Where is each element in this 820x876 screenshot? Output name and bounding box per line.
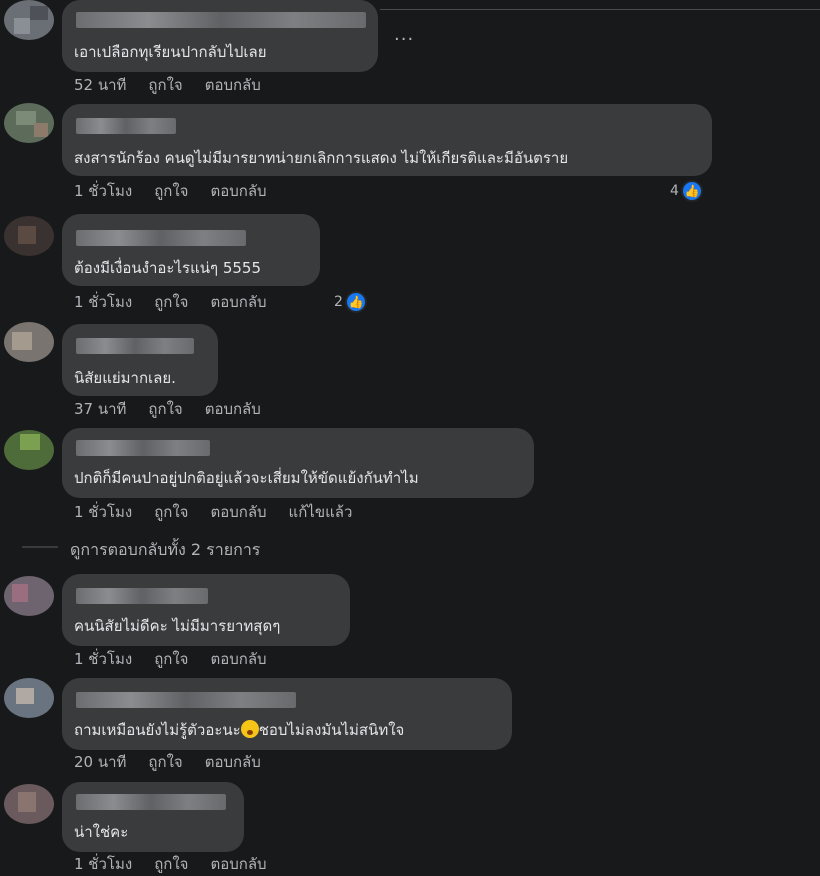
timestamp[interactable]: 20 นาที	[74, 750, 126, 774]
avatar[interactable]	[4, 103, 54, 143]
reply-link[interactable]: ตอบกลับ	[210, 647, 266, 671]
comment-text: นิสัยแย่มากเลย.	[74, 369, 176, 387]
like-link[interactable]: ถูกใจ	[154, 500, 188, 524]
like-link[interactable]: ถูกใจ	[154, 852, 188, 876]
reply-link[interactable]: ตอบกลับ	[210, 852, 266, 876]
reply-link[interactable]: ตอบกลับ	[210, 500, 266, 524]
author-name-blurred[interactable]	[76, 338, 194, 354]
reaction-number: 4	[670, 183, 679, 199]
timestamp[interactable]: 1 ชั่วโมง	[74, 179, 132, 203]
reply-connector	[22, 546, 58, 548]
avatar[interactable]	[4, 678, 54, 718]
reaction-count[interactable]: 2 👍	[334, 291, 367, 313]
hushed-face-emoji-icon	[240, 720, 259, 738]
like-reaction-icon: 👍	[680, 180, 703, 202]
divider-line	[380, 9, 820, 10]
comment-actions: 1 ชั่วโมง ถูกใจ ตอบกลับ	[74, 293, 267, 311]
like-link[interactable]: ถูกใจ	[148, 750, 182, 774]
like-link[interactable]: ถูกใจ	[154, 179, 188, 203]
comment-text: ถามเหมือนยังไม่รู้ตัวอะนะ ชอบไม่ลงมันไม่ส…	[74, 718, 404, 742]
comment-text: สงสารนักร้อง คนดูไม่มีมารยาทน่ายกเลิกการ…	[74, 149, 569, 167]
view-replies-link[interactable]: ดูการตอบกลับทั้ง 2 รายการ	[70, 538, 260, 563]
comment-bubble: สงสารนักร้อง คนดูไม่มีมารยาทน่ายกเลิกการ…	[62, 104, 712, 176]
comment-bubble: นิสัยแย่มากเลย.	[62, 324, 218, 396]
author-name-blurred[interactable]	[76, 794, 226, 810]
comment-bubble: คนนิสัยไม่ดีคะ ไม่มีมารยาทสุดๆ	[62, 574, 350, 646]
reply-link[interactable]: ตอบกลับ	[210, 179, 266, 203]
avatar[interactable]	[4, 322, 54, 362]
timestamp[interactable]: 52 นาที	[74, 73, 126, 97]
comment-text: ปกติก็มีคนปาอยู่ปกติอยู่แล้วจะเสี่ยมให้ข…	[74, 469, 419, 487]
like-reaction-icon: 👍	[344, 291, 367, 313]
more-options-icon[interactable]: ...	[394, 24, 414, 45]
like-link[interactable]: ถูกใจ	[154, 290, 188, 314]
avatar[interactable]	[4, 430, 54, 470]
comment-text: เอาเปลือกทุเรียนปากลับไปเลย	[74, 43, 267, 61]
like-link[interactable]: ถูกใจ	[148, 397, 182, 421]
comment-actions: 37 นาที ถูกใจ ตอบกลับ	[74, 400, 261, 418]
author-name-blurred[interactable]	[76, 118, 176, 134]
author-name-blurred[interactable]	[76, 588, 208, 604]
comment-bubble: ต้องมีเงื่อนงำอะไรแน่ๆ 5555	[62, 214, 320, 286]
avatar[interactable]	[4, 576, 54, 616]
comment-actions: 20 นาที ถูกใจ ตอบกลับ	[74, 753, 261, 771]
comment-actions: 1 ชั่วโมง ถูกใจ ตอบกลับ แก้ไขแล้ว	[74, 503, 352, 521]
comment-text: ต้องมีเงื่อนงำอะไรแน่ๆ 5555	[74, 259, 262, 277]
comment-actions: 1 ชั่วโมง ถูกใจ ตอบกลับ	[74, 855, 267, 873]
comment-actions: 1 ชั่วโมง ถูกใจ ตอบกลับ	[74, 182, 267, 200]
reply-link[interactable]: ตอบกลับ	[210, 290, 266, 314]
avatar[interactable]	[4, 216, 54, 256]
comment-text: น่าใช่คะ	[74, 823, 129, 841]
comment-bubble: ปกติก็มีคนปาอยู่ปกติอยู่แล้วจะเสี่ยมให้ข…	[62, 428, 534, 498]
timestamp[interactable]: 1 ชั่วโมง	[74, 852, 132, 876]
reaction-count[interactable]: 4 👍	[670, 180, 703, 202]
author-name-blurred[interactable]	[76, 692, 296, 708]
edited-label[interactable]: แก้ไขแล้ว	[289, 500, 353, 524]
author-name-blurred[interactable]	[76, 230, 246, 246]
comment-actions: 1 ชั่วโมง ถูกใจ ตอบกลับ	[74, 650, 267, 668]
comment-bubble: ถามเหมือนยังไม่รู้ตัวอะนะ ชอบไม่ลงมันไม่ส…	[62, 678, 512, 750]
like-link[interactable]: ถูกใจ	[148, 73, 182, 97]
reply-link[interactable]: ตอบกลับ	[205, 397, 261, 421]
reaction-number: 2	[334, 294, 343, 310]
comment-text-part: ถามเหมือนยังไม่รู้ตัวอะนะ	[74, 721, 241, 739]
comment-text-part: ชอบไม่ลงมันไม่สนิทใจ	[258, 721, 405, 739]
timestamp[interactable]: 37 นาที	[74, 397, 126, 421]
comment-actions: 52 นาที ถูกใจ ตอบกลับ	[74, 76, 261, 94]
author-name-blurred[interactable]	[76, 440, 210, 456]
like-link[interactable]: ถูกใจ	[154, 647, 188, 671]
avatar[interactable]	[4, 784, 54, 824]
avatar[interactable]	[4, 0, 54, 40]
timestamp[interactable]: 1 ชั่วโมง	[74, 647, 132, 671]
reply-link[interactable]: ตอบกลับ	[205, 750, 261, 774]
author-name-blurred[interactable]	[76, 12, 366, 28]
reply-link[interactable]: ตอบกลับ	[205, 73, 261, 97]
comment-bubble: เอาเปลือกทุเรียนปากลับไปเลย	[62, 0, 378, 72]
timestamp[interactable]: 1 ชั่วโมง	[74, 500, 132, 524]
timestamp[interactable]: 1 ชั่วโมง	[74, 290, 132, 314]
comment-text: คนนิสัยไม่ดีคะ ไม่มีมารยาทสุดๆ	[74, 617, 281, 635]
comment-bubble: น่าใช่คะ	[62, 782, 244, 852]
